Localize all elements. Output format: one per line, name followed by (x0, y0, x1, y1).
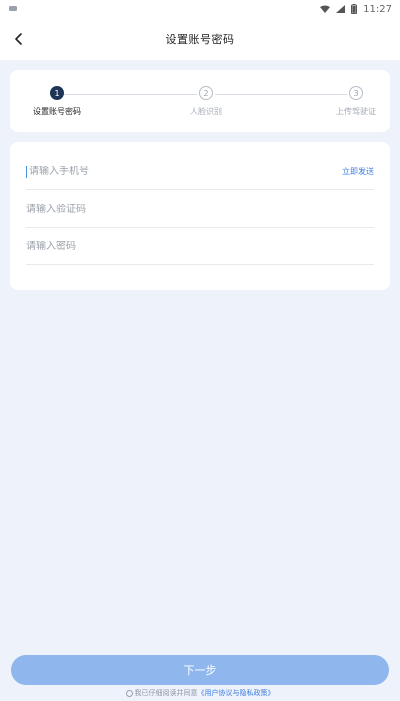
page-title: 设置账号密码 (165, 33, 235, 46)
step-2: 2 人脸识别 (171, 86, 241, 117)
wifi-icon (320, 5, 331, 13)
password-input[interactable] (26, 241, 286, 252)
step-3-circle: 3 (349, 86, 363, 100)
chevron-left-icon (15, 33, 22, 45)
signal-icon (336, 5, 346, 13)
steps-card: 1 设置账号密码 2 人脸识别 3 上传驾驶证 (10, 70, 390, 132)
agreement-text: 我已仔细阅读并同意 (134, 689, 198, 697)
step-1-label: 设置账号密码 (33, 107, 81, 116)
phone-field-row: 立即发送 (26, 154, 374, 190)
step-2-circle: 2 (199, 86, 213, 100)
agreement-link[interactable]: 《用户协议与隐私政策》 (198, 688, 275, 698)
phone-input-wrap (26, 165, 289, 178)
step-1-circle: 1 (50, 86, 64, 100)
phone-input[interactable] (29, 166, 289, 177)
notification-icon (9, 6, 17, 11)
status-right: 11:27 (320, 4, 392, 15)
form-card: 立即发送 (10, 142, 390, 290)
battery-icon (351, 4, 358, 14)
step-1: 1 设置账号密码 (22, 86, 92, 117)
code-field-row (26, 192, 374, 228)
password-field-row (26, 229, 374, 265)
verification-code-input[interactable] (26, 204, 286, 215)
app-header: 设置账号密码 (0, 18, 400, 60)
agreement-row: 我已仔细阅读并同意 《用户协议与隐私政策》 (0, 687, 400, 699)
agreement-radio[interactable] (125, 689, 133, 697)
step-2-label: 人脸识别 (190, 107, 222, 116)
text-caret (26, 165, 27, 178)
step-3: 3 上传驾驶证 (321, 86, 391, 117)
send-code-button[interactable]: 立即发送 (342, 166, 374, 177)
back-button[interactable] (6, 26, 32, 52)
next-button[interactable]: 下一步 (11, 655, 389, 685)
status-left (8, 5, 18, 13)
step-3-label: 上传驾驶证 (336, 107, 376, 116)
status-bar: 11:27 (0, 0, 400, 18)
status-time: 11:27 (363, 3, 392, 15)
